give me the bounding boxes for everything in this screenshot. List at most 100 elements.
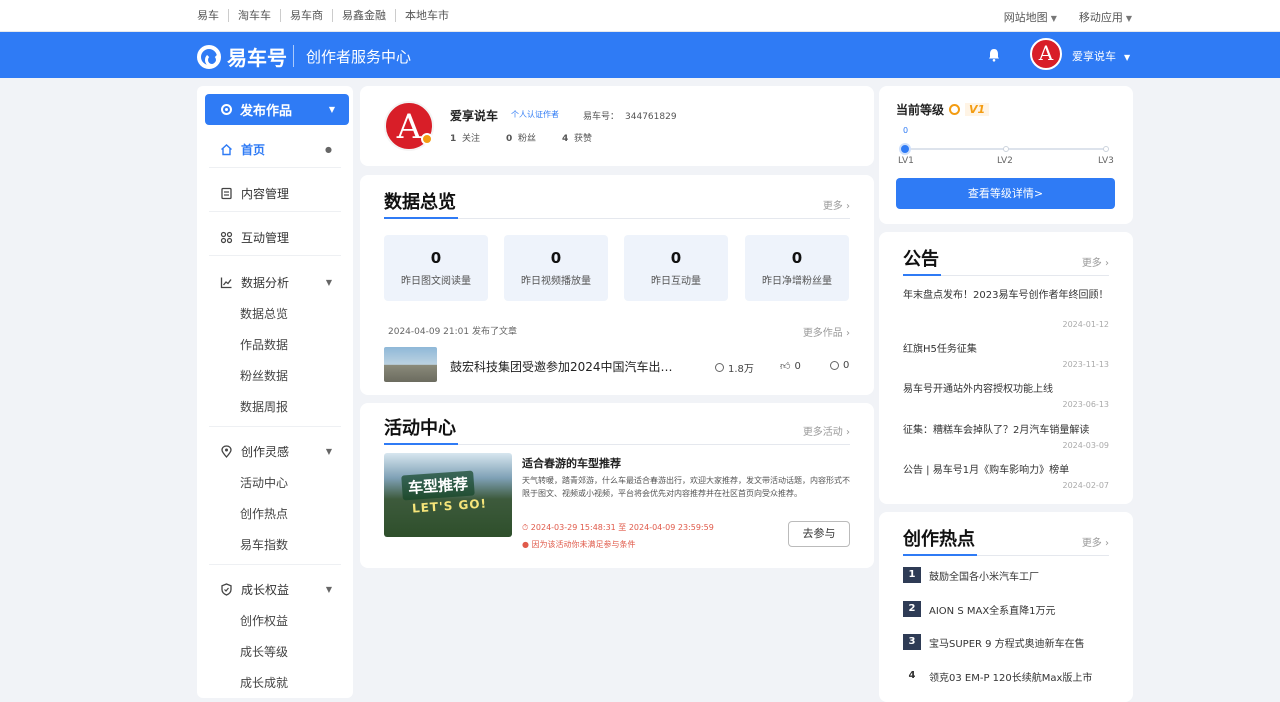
stat-number: 4	[562, 134, 569, 144]
more-activities-link[interactable]: 更多活动 ›	[803, 423, 850, 438]
stat-number: 0	[550, 249, 562, 267]
activity-description: 天气转暖，踏青郊游，什么车最适合春游出行，欢迎大家推荐，发文带活动话题，内容形式…	[522, 476, 850, 498]
announcements-card: 公告 更多 › 年末盘点发布！2023易车号创作者年终回顾！ 2024-01-1…	[879, 232, 1133, 504]
warning-icon: ●	[522, 540, 532, 549]
announcement-item[interactable]: 公告 | 易车号1月《购车影响力》榜单	[903, 463, 1113, 478]
activity-image[interactable]: 车型推荐 LET'S GO!	[384, 453, 512, 537]
logo-text: 易车号	[227, 46, 287, 70]
profile-stat[interactable]: 0 粉丝	[506, 131, 536, 144]
hotspot-item[interactable]: 2 AION S MAX全系直降1万元	[903, 601, 1056, 617]
stat-label: 昨日视频播放量	[521, 276, 591, 287]
level-mark	[1103, 146, 1109, 152]
rank-badge: 4	[908, 670, 916, 681]
sidebar-subitem[interactable]: 作品数据	[240, 336, 288, 353]
level-progress-value: 0	[903, 126, 909, 135]
announcement-item[interactable]: 征集：糟糕车会掉队了？2月汽车销量解读	[903, 423, 1113, 438]
sidebar-subitem[interactable]: 创作权益	[240, 612, 288, 629]
publish-button[interactable]: 发布作品 ▼	[205, 94, 349, 125]
stat-card: 0 昨日互动量	[624, 235, 728, 301]
level-medal-icon	[949, 104, 961, 115]
site-map-dropdown[interactable]: 网站地图 ▼	[1004, 9, 1057, 25]
chevron-down-icon: ▼	[325, 447, 332, 456]
site-link[interactable]: 易鑫金融	[333, 9, 396, 22]
profile-id-value: 344761829	[625, 112, 677, 122]
profile-stat[interactable]: 1 关注	[450, 131, 480, 144]
sidebar-subitem[interactable]: 活动中心	[240, 474, 288, 491]
verified-badge-icon	[421, 133, 433, 145]
profile-stat[interactable]: 4 获赞	[562, 131, 592, 144]
sidebar-item-label: 创作灵感	[241, 445, 290, 459]
view-level-button[interactable]: 查看等级详情>	[896, 178, 1115, 209]
sidebar-subitem[interactable]: 数据周报	[240, 398, 288, 415]
avatar-letter: A	[396, 107, 422, 147]
sidebar-subitem[interactable]: 创作热点	[240, 505, 288, 522]
more-label: 更多活动	[802, 427, 843, 438]
top-utility-bar: 易车 淘车车 易车商 易鑫金融 本地车市 网站地图 ▼ 移动应用 ▼	[0, 0, 1280, 32]
sidebar-subitem[interactable]: 成长等级	[240, 643, 288, 660]
comments-metric: 0	[830, 360, 849, 371]
level-current-dot[interactable]	[899, 143, 911, 155]
sidebar-item-interaction[interactable]: 互动管理	[220, 229, 338, 246]
home-icon	[221, 144, 232, 156]
announcement-item[interactable]: 年末盘点发布！2023易车号创作者年终回顾！	[903, 288, 1113, 303]
username-dropdown[interactable]: 爱享说车 ▼	[1072, 48, 1130, 64]
more-link[interactable]: 更多 ›	[1082, 254, 1109, 269]
more-label: 更多	[822, 201, 843, 212]
username-label: 爱享说车	[1072, 50, 1116, 63]
profile-name: 爱享说车	[450, 109, 499, 123]
more-link[interactable]: 更多 ›	[1082, 534, 1109, 549]
site-link[interactable]: 易车商	[281, 9, 333, 22]
sidebar-item-label: 互动管理	[241, 231, 290, 245]
stat-label: 昨日净增粉丝量	[762, 276, 832, 287]
article-title[interactable]: 鼓宏科技集团受邀参加2024中国汽车出…	[450, 358, 680, 375]
level-mark-label: LV2	[997, 156, 1013, 166]
announcement-item[interactable]: 易车号开通站外内容授权功能上线	[903, 382, 1113, 397]
activity-center-card: 活动中心 更多活动 › 车型推荐 LET'S GO! 适合春游的车型推荐 天气转…	[360, 403, 874, 568]
likes-count: 0	[794, 360, 801, 372]
sidebar-item-growth[interactable]: 成长权益 ▼	[220, 581, 338, 598]
sidebar-subitem[interactable]: 数据总览	[240, 305, 288, 322]
stat-label: 昨日互动量	[651, 276, 701, 287]
announcement-date: 2024-02-07	[1062, 481, 1110, 490]
more-link[interactable]: 更多 ›	[823, 197, 850, 212]
bell-icon[interactable]	[987, 48, 1001, 62]
site-link[interactable]: 本地车市	[396, 9, 458, 22]
sidebar-subitem[interactable]: 易车指数	[240, 536, 288, 553]
bullet-icon: ●	[325, 145, 332, 154]
chevron-down-icon: ▼	[325, 278, 332, 287]
activity-image-subtag: LET'S GO!	[411, 496, 488, 516]
publish-icon	[221, 104, 232, 115]
level-mark-label: LV1	[898, 156, 914, 166]
article-thumbnail[interactable]	[384, 347, 437, 382]
sidebar-divider	[209, 255, 341, 256]
stat-label: 关注	[462, 134, 481, 144]
hotspot-item[interactable]: 4 领克03 EM-P 120长续航Max版上市	[903, 668, 1093, 684]
comment-icon	[830, 361, 839, 370]
sidebar-item-data-analysis[interactable]: 数据分析 ▼	[220, 274, 338, 291]
logo[interactable]: 易车号	[197, 42, 287, 71]
more-works-link[interactable]: 更多作品 ›	[803, 324, 850, 339]
join-button[interactable]: 去参与	[788, 521, 850, 547]
sidebar-item-inspiration[interactable]: 创作灵感 ▼	[220, 443, 338, 460]
sidebar-subitem[interactable]: 成长成就	[240, 674, 288, 691]
announcement-date: 2024-01-12	[1062, 320, 1110, 329]
views-count: 1.8万	[728, 364, 754, 375]
profile-id: 易车号： 344761829	[583, 109, 677, 122]
stat-card: 0 昨日净增粉丝量	[745, 235, 849, 301]
top-right-menu: 网站地图 ▼ 移动应用 ▼	[1004, 9, 1132, 25]
site-link[interactable]: 易车	[197, 9, 229, 22]
avatar[interactable]: A	[1030, 38, 1062, 70]
announcement-item[interactable]: 红旗H5任务征集	[903, 342, 1113, 357]
mobile-app-label: 移动应用	[1078, 11, 1123, 24]
sidebar-subitem[interactable]: 粉丝数据	[240, 367, 288, 384]
hotspot-item[interactable]: 3 宝马SUPER 9 方程式奥迪新车在售	[903, 634, 1085, 650]
mobile-app-dropdown[interactable]: 移动应用 ▼	[1079, 9, 1132, 25]
sidebar-item-content[interactable]: 内容管理	[220, 185, 338, 202]
announcement-date: 2023-06-13	[1062, 400, 1110, 409]
profile-avatar[interactable]: A	[384, 101, 434, 151]
hotspot-item[interactable]: 1 鼓励全国各小米汽车工厂	[903, 567, 1039, 583]
site-link[interactable]: 淘车车	[229, 9, 281, 22]
title-underline	[384, 443, 458, 445]
activity-name[interactable]: 适合春游的车型推荐	[522, 455, 621, 471]
sidebar-item-home[interactable]: 首页 ●	[220, 141, 338, 158]
